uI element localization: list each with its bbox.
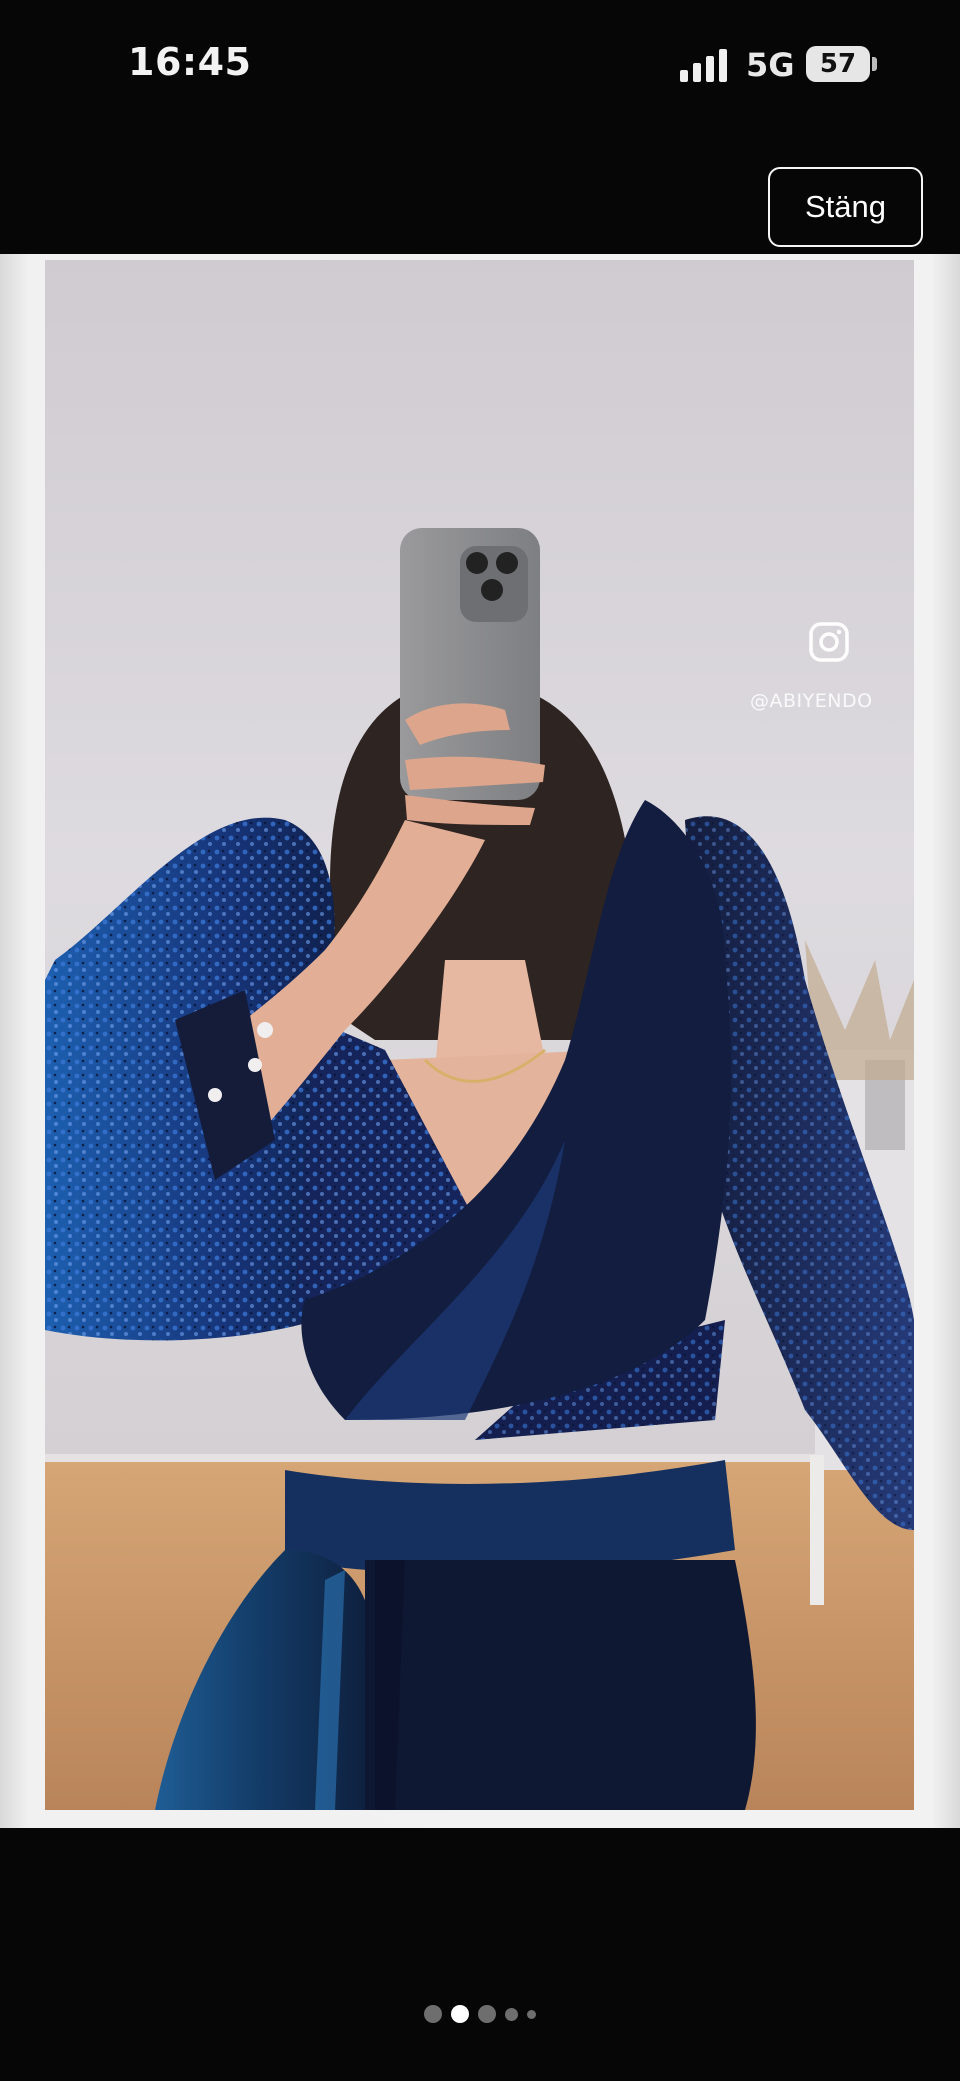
battery-icon: 57 xyxy=(806,46,870,82)
dress-photo-illustration xyxy=(45,260,914,1810)
battery-level: 57 xyxy=(819,49,857,79)
image-viewer[interactable]: @ABIYENDO xyxy=(0,254,960,1828)
product-photo[interactable]: @ABIYENDO xyxy=(45,260,914,1810)
instagram-icon xyxy=(809,622,849,662)
pagination-dots[interactable] xyxy=(0,2004,960,2024)
status-bar: 16:45 5G 57 xyxy=(0,0,960,130)
page-dot-5[interactable] xyxy=(527,2009,536,2019)
page-dot-2[interactable] xyxy=(451,2005,469,2023)
watermark-text: @ABIYENDO xyxy=(750,690,873,712)
page-dot-1[interactable] xyxy=(424,2005,442,2023)
network-type: 5G xyxy=(746,46,795,84)
status-time: 16:45 xyxy=(128,40,252,84)
signal-strength-icon xyxy=(680,49,727,82)
page-dot-4[interactable] xyxy=(505,2007,518,2021)
close-button[interactable]: Stäng xyxy=(768,167,923,247)
battery-tip xyxy=(872,57,877,71)
page-dot-3[interactable] xyxy=(478,2005,496,2023)
